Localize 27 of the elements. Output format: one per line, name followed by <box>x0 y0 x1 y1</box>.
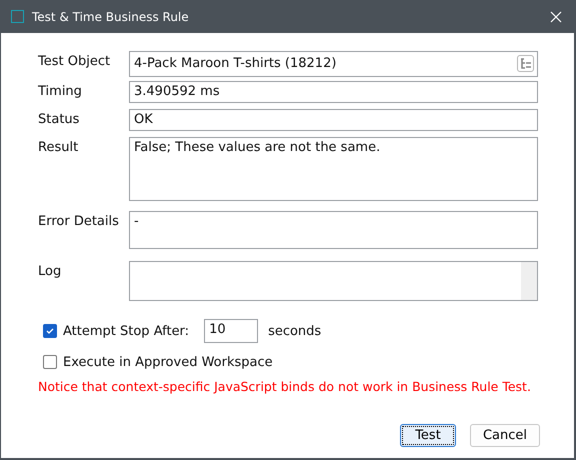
text-field[interactable]: OK <box>129 109 538 131</box>
field-label: Result <box>38 139 80 155</box>
field-label: Log <box>38 263 62 279</box>
log-box[interactable] <box>129 261 538 301</box>
text-field[interactable]: - <box>129 211 538 249</box>
scrollbar[interactable] <box>521 262 537 300</box>
approved-workspace-checkbox[interactable] <box>43 355 57 369</box>
notice-text: Notice that context-specific JavaScript binds do not work in Business Rule Test. <box>38 379 532 394</box>
close-icon[interactable] <box>550 10 562 22</box>
cancel-button[interactable]: Cancel <box>470 424 540 447</box>
field-label: Test Object <box>38 53 112 69</box>
window-title: Test & Time Business Rule <box>32 10 190 24</box>
test-button[interactable]: Test <box>400 424 456 447</box>
checkbox-label: Execute in Approved Workspace <box>63 354 273 370</box>
attempt-stop-checkbox[interactable] <box>43 324 57 338</box>
text-field[interactable]: 3.490592 ms <box>129 81 538 103</box>
app-icon <box>11 10 24 23</box>
tree-picker-button[interactable] <box>517 55 534 72</box>
checkmark-icon <box>45 326 55 336</box>
field-label: Timing <box>38 83 83 99</box>
unit-label: seconds <box>268 324 322 338</box>
field-label: Error Details <box>38 213 120 229</box>
text-field[interactable]: False; These values are not the same. <box>129 137 538 201</box>
field-label: Status <box>38 111 80 127</box>
text-field[interactable]: 4-Pack Maroon T-shirts (18212) <box>129 51 538 77</box>
seconds-field[interactable]: 10 <box>204 319 258 343</box>
checkbox-label: Attempt Stop After: <box>63 324 190 338</box>
